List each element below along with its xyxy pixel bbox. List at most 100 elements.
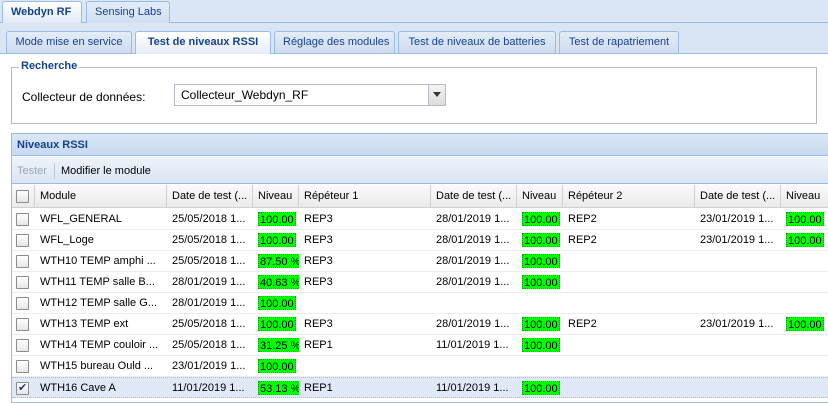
column-niveau-1[interactable]: Niveau <box>517 185 563 208</box>
module-cell: WTH15 bureau Ould ... <box>40 360 154 372</box>
niveau-2-cell <box>781 272 828 292</box>
date-test-cell: 11/01/2019 1... <box>172 382 245 394</box>
date-test-1-cell: 28/01/2019 1... <box>436 234 510 246</box>
niveau-1-cell: 100.00 <box>517 230 563 250</box>
date-test-cell: 25/05/2018 1... <box>172 234 246 246</box>
column-niveau[interactable]: Niveau <box>253 185 299 208</box>
level-badge: 100.00 <box>258 359 296 373</box>
date-test-1-cell: 28/01/2019 1... <box>436 255 510 267</box>
table-row[interactable]: WFL_Loge 25/05/2018 1... 100.00 REP3 28/01/2… <box>12 230 828 251</box>
collector-select[interactable]: Collecteur_Webdyn_RF <box>174 84 446 106</box>
checkbox-icon[interactable] <box>16 297 29 310</box>
chevron-down-icon[interactable] <box>428 85 445 105</box>
checkbox-icon[interactable] <box>16 234 29 247</box>
tab-mode-mise-en-service[interactable]: Mode mise en service <box>6 31 132 53</box>
repeteur-1-cell: REP3 <box>304 255 333 267</box>
column-repeteur-1[interactable]: Répéteur 1 <box>299 185 431 208</box>
header-select-all[interactable] <box>12 185 35 208</box>
checkbox-icon[interactable] <box>16 318 29 331</box>
module-cell: WTH12 TEMP salle G... <box>40 297 157 309</box>
grid-header: Module Date de test (... Niveau Répéteur… <box>12 185 828 208</box>
niveau-1-cell: 100.00 <box>517 378 563 398</box>
date-test-2-cell: 23/01/2019 1... <box>700 318 774 330</box>
level-badge: 53.13 % <box>258 381 299 395</box>
niveau-cell: 100.00 <box>253 230 299 250</box>
niveau-cell: 40.63 % <box>253 272 299 292</box>
checkbox-icon[interactable] <box>16 255 29 268</box>
panel-title: Niveaux RSSI <box>17 139 88 151</box>
niveau-1-cell: 100.00 <box>517 314 563 334</box>
niveau-cell: 100.00 <box>253 314 299 334</box>
niveau-cell: 100.00 <box>253 209 299 229</box>
checkbox-icon[interactable] <box>16 190 29 203</box>
date-test-1-cell: 11/01/2019 1... <box>436 339 509 351</box>
date-test-cell: 25/05/2018 1... <box>172 339 246 351</box>
table-row[interactable]: WTH11 TEMP salle B... 28/01/2019 1... 40.6… <box>12 272 828 293</box>
tab-test-niveaux-rssi[interactable]: Test de niveaux RSSI <box>135 31 271 54</box>
module-cell: WTH11 TEMP salle B... <box>40 276 155 288</box>
repeteur-1-cell: REP1 <box>304 382 333 394</box>
level-badge: 100.00 <box>786 317 824 331</box>
table-row[interactable]: WFL_GENERAL 25/05/2018 1... 100.00 REP3 28/0… <box>12 209 828 230</box>
niveau-2-cell: 100.00 <box>781 209 828 229</box>
date-test-cell: 25/05/2018 1... <box>172 255 246 267</box>
table-row[interactable]: WTH13 TEMP ext 25/05/2018 1... 100.00 REP3 2… <box>12 314 828 335</box>
repeteur-1-cell: REP3 <box>304 234 333 246</box>
checkbox-icon[interactable] <box>16 360 29 373</box>
checkbox-icon[interactable] <box>16 381 29 395</box>
column-date-test-1[interactable]: Date de test (... <box>431 185 517 208</box>
date-test-2-cell <box>695 251 781 271</box>
level-badge: 100.00 <box>258 317 296 331</box>
modifier-module-button[interactable]: Modifier le module <box>61 165 151 177</box>
niveau-cell: 31.25 % <box>253 335 299 355</box>
date-test-cell: 28/01/2019 1... <box>172 297 246 309</box>
module-cell: WTH16 Cave A <box>40 382 116 394</box>
date-test-cell: 28/01/2019 1... <box>172 276 246 288</box>
level-badge: 100.00 <box>258 212 296 226</box>
date-test-2-cell <box>695 356 781 376</box>
module-cell: WTH14 TEMP couloir ... <box>40 339 159 351</box>
sub-tab-bar: Mode mise en service Test de niveaux RSS… <box>0 23 828 54</box>
tab-reglage-modules[interactable]: Réglage des modules <box>274 31 395 53</box>
niveau-2-cell <box>781 335 828 355</box>
niveaux-rssi-panel: Niveaux RSSI Tester Modifier le module M… <box>11 133 828 403</box>
niveau-2-cell <box>781 251 828 271</box>
table-row[interactable]: WTH16 Cave A 11/01/2019 1... 53.13 % REP1 11… <box>12 377 828 398</box>
tab-sensing-labs[interactable]: Sensing Labs <box>86 1 170 23</box>
checkbox-icon[interactable] <box>16 213 29 226</box>
niveau-1-cell <box>517 293 563 313</box>
repeteur-2-cell <box>563 272 695 292</box>
column-niveau-2[interactable]: Niveau <box>781 185 828 208</box>
tab-webdyn-rf[interactable]: Webdyn RF <box>2 1 82 24</box>
column-date-test[interactable]: Date de test (... <box>167 185 253 208</box>
panel-toolbar: Tester Modifier le module <box>12 157 828 184</box>
tab-test-niveaux-batteries[interactable]: Test de niveaux de batteries <box>398 31 556 53</box>
repeteur-2-cell <box>563 335 695 355</box>
tab-test-rapatriement[interactable]: Test de rapatriement <box>559 31 679 53</box>
repeteur-1-cell <box>299 293 431 313</box>
date-test-1-cell: 28/01/2019 1... <box>436 213 510 225</box>
checkbox-icon[interactable] <box>16 276 29 289</box>
level-badge: 100.00 <box>522 338 560 352</box>
column-module[interactable]: Module <box>35 185 167 208</box>
tester-button[interactable]: Tester <box>17 165 47 177</box>
niveau-cell: 100.00 <box>253 293 299 313</box>
panel-header: Niveaux RSSI <box>12 134 828 156</box>
level-badge: 100.00 <box>522 254 560 268</box>
checkbox-icon[interactable] <box>16 339 29 352</box>
table-row[interactable]: WTH12 TEMP salle G... 28/01/2019 1... 100.… <box>12 293 828 314</box>
niveau-1-cell: 100.00 <box>517 209 563 229</box>
level-badge: 100.00 <box>522 317 560 331</box>
date-test-2-cell <box>695 272 781 292</box>
repeteur-2-cell: REP2 <box>568 213 597 225</box>
niveau-1-cell: 100.00 <box>517 272 563 292</box>
level-badge: 87.50 % <box>258 254 299 268</box>
date-test-2-cell <box>695 378 781 398</box>
table-row[interactable]: WTH15 bureau Ould ... 23/01/2019 1... 100.… <box>12 356 828 377</box>
column-date-test-2[interactable]: Date de test (... <box>695 185 781 208</box>
column-repeteur-2[interactable]: Répéteur 2 <box>563 185 695 208</box>
niveau-2-cell <box>781 356 828 376</box>
table-row[interactable]: WTH10 TEMP amphi ... 25/05/2018 1... 87.50… <box>12 251 828 272</box>
level-badge: 100.00 <box>786 233 824 247</box>
table-row[interactable]: WTH14 TEMP couloir ... 25/05/2018 1... 31.… <box>12 335 828 356</box>
